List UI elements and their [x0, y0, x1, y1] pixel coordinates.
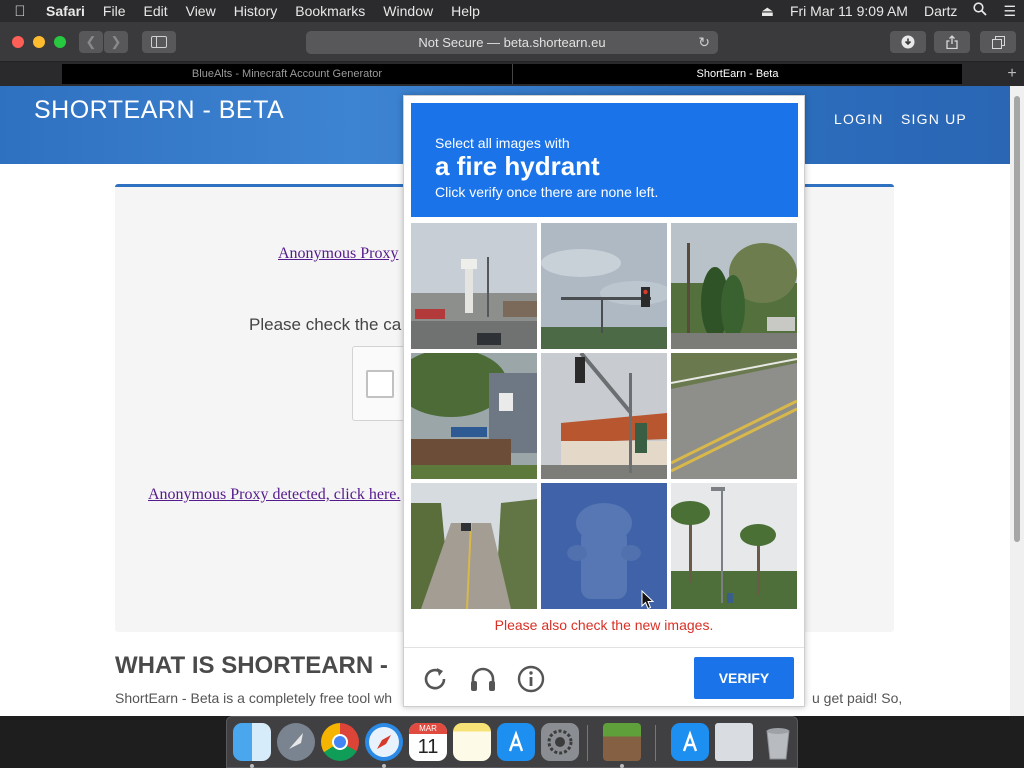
proxy-link-bottom[interactable]: Anonymous Proxy detected, click here. [148, 486, 400, 504]
safari-running-indicator [382, 764, 386, 768]
calendar-icon[interactable]: MAR 11 [409, 723, 447, 761]
user-name[interactable]: Dartz [916, 0, 965, 22]
documents-stack-icon[interactable] [715, 723, 753, 761]
tabs-overview-button[interactable] [980, 31, 1016, 53]
captcha-image-grid [411, 223, 798, 610]
downloads-button[interactable] [890, 31, 926, 53]
close-window-button[interactable] [12, 36, 24, 48]
menu-file[interactable]: File [94, 0, 135, 22]
finder-running-indicator [250, 764, 254, 768]
sidebar-icon [151, 36, 167, 48]
apple-icon[interactable]:  [0, 3, 40, 20]
tabs-icon [991, 35, 1005, 49]
notification-center-icon[interactable]: ☰ [995, 0, 1024, 22]
clock[interactable]: Fri Mar 11 9:09 AM [782, 0, 916, 22]
app-store-downloads-icon[interactable] [671, 723, 709, 761]
audio-icon[interactable] [468, 664, 498, 694]
address-bar[interactable]: Not Secure — beta.shortearn.eu ↻ [306, 31, 718, 54]
proxy-link-top[interactable]: Anonymous Proxy [278, 245, 398, 263]
section-text-end: u get paid! So, [812, 690, 903, 706]
spotlight-icon[interactable] [965, 0, 995, 22]
trash-icon[interactable] [759, 723, 797, 761]
calendar-month: MAR [409, 723, 447, 734]
sidebar-toggle-button[interactable] [142, 31, 176, 53]
minecraft-running-indicator [620, 764, 624, 768]
captcha-hint: Click verify once there are none left. [435, 184, 659, 200]
chrome-icon[interactable] [321, 723, 359, 761]
download-icon [901, 35, 915, 49]
finder-icon[interactable] [233, 723, 271, 761]
please-check-text: Please check the ca [249, 315, 402, 334]
reload-icon[interactable] [420, 664, 450, 694]
nav-login[interactable]: LOGIN [834, 111, 884, 127]
back-button[interactable]: ❮ [79, 31, 103, 53]
notes-icon[interactable] [453, 723, 491, 761]
share-icon [946, 35, 958, 49]
menu-bookmarks[interactable]: Bookmarks [286, 0, 374, 22]
recaptcha-widget [352, 346, 408, 421]
browser-toolbar: ❮ ❯ Not Secure — beta.shortearn.eu ↻ [0, 22, 1024, 62]
status-area: ⏏ Fri Mar 11 9:09 AM Dartz ☰ [753, 0, 1024, 22]
zoom-window-button[interactable] [54, 36, 66, 48]
new-tab-button[interactable]: + [1000, 62, 1024, 86]
info-icon[interactable] [516, 664, 546, 694]
tab-bluealts[interactable]: BlueAlts - Minecraft Account Generator [62, 64, 512, 84]
captcha-tile-9[interactable] [671, 483, 797, 609]
captcha-header: Select all images with a fire hydrant Cl… [411, 103, 798, 217]
menu-bar:  Safari File Edit View History Bookmark… [0, 0, 1024, 22]
safari-icon[interactable] [365, 723, 403, 761]
calendar-day: 11 [417, 736, 439, 758]
tab-bar: BlueAlts - Minecraft Account Generator S… [0, 62, 1024, 86]
system-preferences-icon[interactable] [541, 723, 579, 761]
captcha-footer: VERIFY [404, 647, 804, 707]
share-button[interactable] [934, 31, 970, 53]
nav-signup[interactable]: SIGN UP [901, 111, 967, 127]
section-title: WHAT IS SHORTEARN - [115, 652, 388, 679]
page-scrollbar[interactable] [1010, 86, 1024, 716]
menu-app-safari[interactable]: Safari [40, 0, 94, 22]
mouse-cursor-icon [641, 590, 655, 610]
captcha-tile-4[interactable] [411, 353, 537, 479]
launchpad-icon[interactable] [277, 723, 315, 761]
captcha-instruction: Select all images with [435, 135, 570, 151]
recaptcha-checkbox[interactable] [366, 370, 394, 398]
captcha-error-message: Please also check the new images. [494, 617, 714, 633]
minimize-window-button[interactable] [33, 36, 45, 48]
menu-history[interactable]: History [225, 0, 287, 22]
menu-help[interactable]: Help [442, 0, 489, 22]
captcha-target: a fire hydrant [435, 151, 600, 181]
reload-page-icon[interactable]: ↻ [698, 34, 710, 51]
captcha-tile-6[interactable] [671, 353, 797, 479]
menu-edit[interactable]: Edit [134, 0, 176, 22]
address-text: Not Secure — beta.shortearn.eu [418, 35, 606, 50]
menu-view[interactable]: View [177, 0, 225, 22]
dock-separator [587, 725, 588, 761]
scroll-thumb[interactable] [1014, 96, 1020, 542]
site-title[interactable]: SHORTEARN - BETA [34, 96, 284, 125]
dock-separator-2 [655, 725, 656, 761]
forward-button[interactable]: ❯ [104, 31, 128, 53]
captcha-tile-1[interactable] [411, 223, 537, 349]
captcha-tile-5[interactable] [541, 353, 667, 479]
menu-window[interactable]: Window [374, 0, 442, 22]
captcha-tile-2[interactable] [541, 223, 667, 349]
verify-button[interactable]: VERIFY [694, 657, 794, 699]
app-store-icon[interactable] [497, 723, 535, 761]
captcha-tile-3[interactable] [671, 223, 797, 349]
eject-icon[interactable]: ⏏ [753, 0, 782, 22]
minecraft-icon[interactable] [603, 723, 641, 761]
captcha-tile-7[interactable] [411, 483, 537, 609]
captcha-challenge: Select all images with a fire hydrant Cl… [403, 95, 805, 707]
tab-shortearn[interactable]: ShortEarn - Beta [512, 64, 962, 84]
dock: MAR 11 [226, 716, 798, 768]
